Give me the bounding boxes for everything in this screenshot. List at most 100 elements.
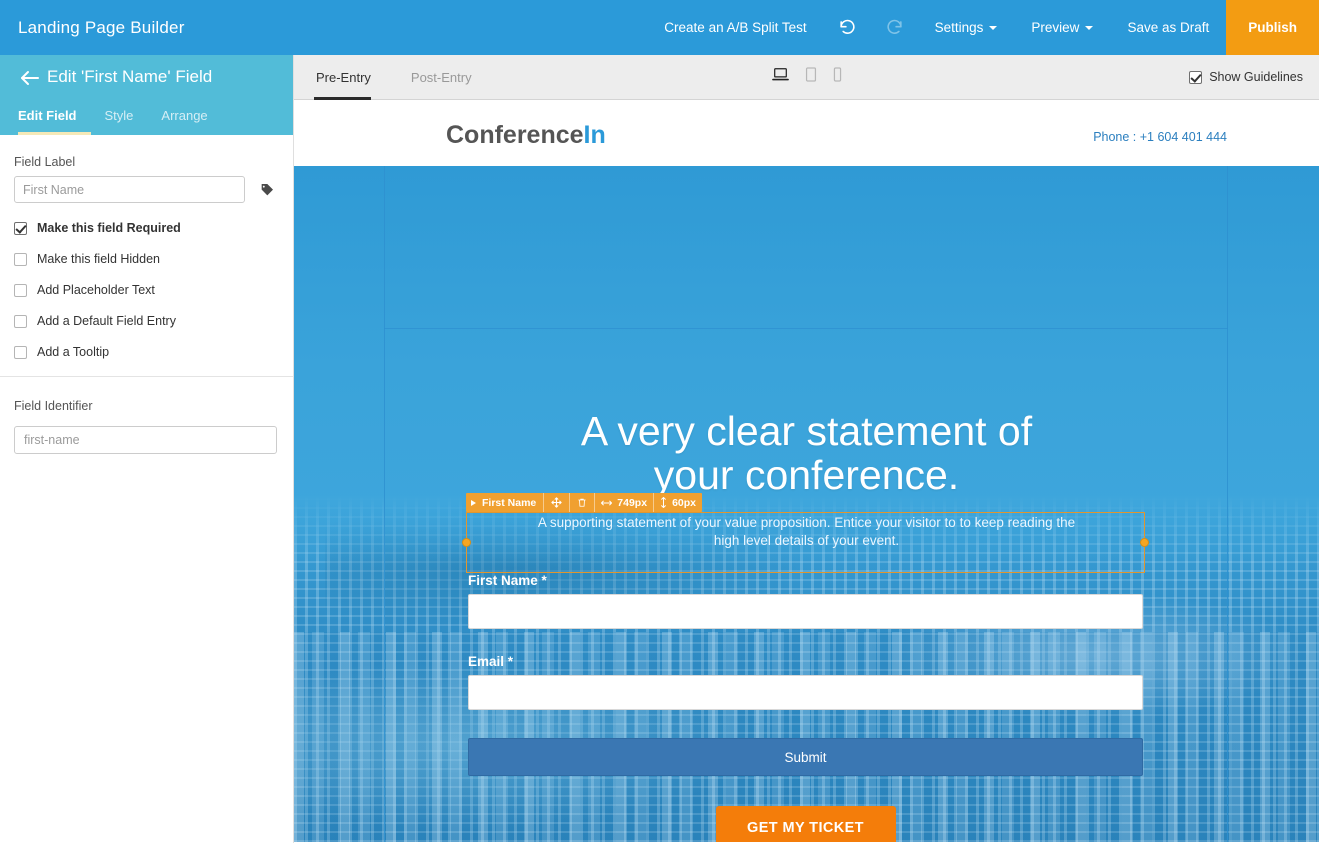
settings-label: Settings [934,20,984,35]
guideline-vertical-right [1227,166,1228,842]
canvas-toolbar: Pre-Entry Post-Entry Show Guidelines [294,55,1319,100]
desktop-view-button[interactable] [771,67,789,87]
lead-form: First Name * Email * Submit GET MY TICKE… [468,573,1143,842]
element-height-value: 60px [672,496,696,509]
mobile-icon [833,67,841,82]
tag-icon[interactable] [259,182,275,198]
back-button[interactable] [18,66,42,90]
option-add-placeholder-text[interactable]: Add Placeholder Text [14,283,277,297]
show-guidelines-label: Show Guidelines [1209,70,1303,84]
height-arrow-icon [661,497,666,508]
publish-button[interactable]: Publish [1226,0,1319,55]
option-label: Make this field Hidden [37,252,160,266]
first-name-label: First Name * [468,573,547,588]
headline-line-1: A very clear statement of [580,408,1033,454]
email-input[interactable] [468,675,1143,710]
save-as-draft-button[interactable]: Save as Draft [1110,0,1226,55]
get-my-ticket-button[interactable]: GET MY TICKET [715,806,896,842]
element-width-segment: 749px [595,493,655,512]
element-name-label: First Name [482,496,537,509]
email-label: Email * [468,654,514,669]
tablet-icon [805,67,816,82]
trash-icon [578,498,587,507]
tab-arrange[interactable]: Arrange [161,108,221,135]
chevron-down-icon [1085,25,1094,30]
field-identifier-heading: Field Identifier [14,399,93,413]
checkbox-icon[interactable] [14,252,27,266]
element-height-segment: 60px [654,493,702,512]
field-label-heading: Field Label [14,155,76,169]
back-arrow-icon [21,71,39,85]
hero-section: A very clear statement of your conferenc… [294,166,1319,842]
field-label-input[interactable] [14,176,245,203]
top-nav: Create an A/B Split Test Settings Previe… [647,0,1319,55]
logo-text-accent: In [583,121,606,149]
canvas-area: Pre-Entry Post-Entry Show Guidelines Con… [294,55,1319,843]
app-title: Landing Page Builder [18,17,185,37]
option-make-required[interactable]: Make this field Required [14,221,277,235]
option-label: Add a Default Field Entry [37,314,176,328]
preview-label: Preview [1031,20,1080,35]
sidebar-tabs: Edit Field Style Arrange [0,108,236,135]
field-label-row [14,176,277,203]
logo-text-main: Conference [446,121,584,149]
option-make-hidden[interactable]: Make this field Hidden [14,252,277,266]
preview-menu[interactable]: Preview [1014,0,1110,55]
email-group: Email * [468,654,1143,710]
redo-icon [887,19,902,34]
undo-button[interactable] [824,0,871,55]
width-arrow-icon [601,500,613,505]
first-name-input[interactable] [468,594,1143,629]
tab-edit-field[interactable]: Edit Field [18,108,91,135]
sidebar-body: Field Label Make this field Required Mak… [0,135,293,359]
chevron-down-icon [989,25,998,30]
headline-line-2: your conference. [653,452,960,499]
option-label: Make this field Required [37,221,181,235]
redo-button[interactable] [871,0,918,55]
edit-field-sidebar: Edit 'First Name' Field Edit Field Style… [0,55,294,843]
option-add-default-entry[interactable]: Add a Default Field Entry [14,314,277,328]
element-toolbar: First Name 749px 60px [466,493,702,512]
hero-headline: A very clear statement of your conferenc… [294,409,1319,498]
site-phone: Phone : +1 604 401 444 [1093,130,1227,144]
landing-page-builder-app: Landing Page Builder Create an A/B Split… [0,0,1319,843]
sidebar-title: Edit 'First Name' Field [47,67,213,86]
triangle-right-icon [471,499,476,506]
undo-icon [840,19,855,34]
checkbox-icon[interactable] [14,314,27,328]
create-ab-split-test-link[interactable]: Create an A/B Split Test [647,0,823,55]
tablet-view-button[interactable] [805,67,817,87]
site-logo: ConferenceIn [446,121,606,150]
checkbox-icon[interactable] [1189,70,1203,84]
top-bar: Landing Page Builder Create an A/B Split… [0,0,1319,55]
device-switcher [771,67,842,87]
guideline-vertical-left [384,166,385,842]
field-identifier-section: Field Identifier [0,377,293,454]
sidebar-header: Edit 'First Name' Field Edit Field Style… [0,55,293,135]
tab-style[interactable]: Style [105,108,148,135]
guideline-horizontal [384,328,1228,329]
page-preview: ConferenceIn Phone : +1 604 401 444 A ve… [294,100,1319,842]
element-name-segment[interactable]: First Name [466,493,545,512]
option-add-tooltip[interactable]: Add a Tooltip [14,345,277,359]
element-delete-button[interactable] [570,493,596,512]
site-header: ConferenceIn Phone : +1 604 401 444 [294,100,1319,166]
checkbox-icon[interactable] [14,283,27,297]
checkbox-icon[interactable] [14,221,27,235]
tab-pre-entry[interactable]: Pre-Entry [294,55,391,100]
element-move-button[interactable] [544,493,571,512]
move-icon [551,497,562,508]
option-label: Add Placeholder Text [37,283,155,297]
mobile-view-button[interactable] [833,67,842,87]
checkbox-icon[interactable] [14,345,27,359]
element-width-value: 749px [617,496,648,509]
settings-menu[interactable]: Settings [918,0,1015,55]
option-label: Add a Tooltip [37,345,110,359]
submit-button[interactable]: Submit [468,738,1143,776]
field-options-list: Make this field Required Make this field… [14,221,277,359]
hero-subheadline: A supporting statement of your value pro… [537,515,1076,549]
desktop-icon [771,68,789,81]
field-identifier-input[interactable] [14,426,277,454]
show-guidelines-toggle[interactable]: Show Guidelines [1189,70,1303,84]
tab-post-entry[interactable]: Post-Entry [391,55,492,100]
